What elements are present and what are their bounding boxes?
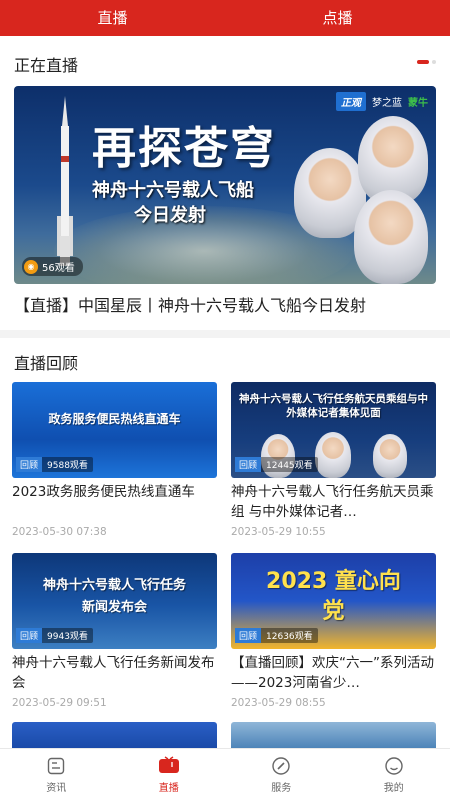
replay-date: 2023-05-29 10:55 [231,526,326,538]
replay-title: 2023政务服务便民热线直通车 [12,484,195,500]
replay-thumbnail-partial[interactable] [231,722,436,748]
replay-thumbnail-partial[interactable] [12,722,217,748]
live-hero-banner[interactable]: 再探苍穹 神舟十六号载人飞船 今日发射 正观 梦之蓝 蒙牛 ◉ 56观看 [14,86,436,284]
replay-title: 神舟十六号载人飞行任务航天员乘组 与中外媒体记者… [231,484,434,520]
replay-badge: 回顾 9943观看 [16,628,93,643]
replay-thumbnail: 神舟十六号载人飞行任务新闻发布会 回顾 9943观看 [12,553,217,649]
astronaut-image [354,190,428,284]
hero-big-title: 再探苍穹 [92,123,276,174]
replay-date: 2023-05-29 08:55 [231,697,326,709]
replay-card[interactable]: 2023 童心向党 回顾 12636观看 【直播回顾】欢庆“六一”系列活动——2… [231,553,436,709]
hero-view-count: ◉ 56观看 [22,257,83,276]
thumb-title: 神舟十六号载人飞行任务航天员乘组与中外媒体记者集体见面 [239,393,428,419]
live-signal-icon: ◉ [24,259,38,274]
pager-dot [432,60,436,64]
nav-item-profile[interactable]: 我的 [338,749,450,800]
rocket-icon [57,96,73,266]
bottom-nav: 资讯 直播 服务 我的 [0,748,450,800]
replay-date: 2023-05-29 09:51 [12,697,107,709]
replay-thumbnail: 神舟十六号载人飞行任务航天员乘组与中外媒体记者集体见面 回顾 12445观看 [231,382,436,478]
replay-date: 2023-05-30 07:38 [12,526,107,538]
section-divider [0,330,450,338]
tab-live[interactable]: 直播 [0,0,225,36]
replay-thumbnail: 政务服务便民热线直通车 回顾 9588观看 [12,382,217,478]
nav-item-live[interactable]: 直播 [113,749,226,800]
nav-item-service[interactable]: 服务 [225,749,338,800]
replay-badge: 回顾 12445观看 [235,457,318,472]
sponsor-logos: 正观 梦之蓝 蒙牛 [336,92,428,111]
thumb-title: 2023 童心向党 [266,569,401,624]
carousel-pager [417,60,436,64]
replay-card[interactable]: 神舟十六号载人飞行任务新闻发布会 回顾 9943观看 神舟十六号载人飞行任务新闻… [12,553,217,709]
replay-card[interactable]: 政务服务便民热线直通车 回顾 9588观看 2023政务服务便民热线直通车 20… [12,382,217,538]
live-section-title: 正在直播 [14,56,79,75]
hero-subtitle-1: 神舟十六号载人飞船 [92,180,254,201]
sponsor-logo: 蒙牛 [408,98,428,109]
live-tv-icon [158,755,179,773]
replay-badge: 回顾 9588观看 [16,457,93,472]
thumb-title: 政务服务便民热线直通车 [48,412,181,426]
replay-title: 【直播回顾】欢庆“六一”系列活动——2023河南省少… [231,655,434,691]
replay-card[interactable]: 神舟十六号载人飞行任务航天员乘组与中外媒体记者集体见面 回顾 12445观看 神… [231,382,436,538]
replay-thumbnail: 2023 童心向党 回顾 12636观看 [231,553,436,649]
profile-icon [385,756,403,775]
thumb-title: 神舟十六号载人飞行任务新闻发布会 [42,578,186,615]
brand-logo: 正观 [336,92,366,111]
replay-badge: 回顾 12636观看 [235,628,318,643]
hero-subtitle-2: 今日发射 [134,205,206,226]
news-icon [48,757,65,774]
tab-vod[interactable]: 点播 [225,0,450,36]
pager-dot-active [417,60,429,64]
astronaut-image [373,434,407,478]
nav-item-news[interactable]: 资讯 [0,749,113,800]
top-tab-bar: 直播 点播 [0,0,450,36]
hero-caption[interactable]: 【直播】中国星辰丨神舟十六号载人飞船今日发射 [14,292,366,316]
astronaut-image [315,432,351,478]
sponsor-logo: 梦之蓝 [372,98,402,109]
replay-title: 神舟十六号载人飞行任务新闻发布会 [12,655,215,691]
compass-icon [272,756,290,775]
replay-section-title: 直播回顾 [14,354,79,373]
